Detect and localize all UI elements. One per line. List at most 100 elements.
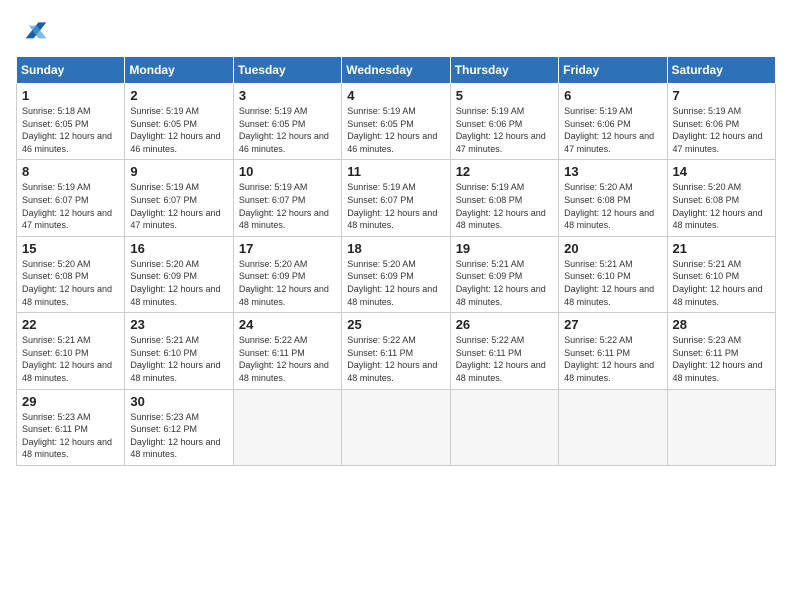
day-info: Sunrise: 5:22 AM Sunset: 6:11 PM Dayligh… bbox=[239, 334, 336, 384]
day-info: Sunrise: 5:20 AM Sunset: 6:08 PM Dayligh… bbox=[22, 258, 119, 308]
day-info: Sunrise: 5:19 AM Sunset: 6:07 PM Dayligh… bbox=[130, 181, 227, 231]
calendar-cell: 5 Sunrise: 5:19 AM Sunset: 6:06 PM Dayli… bbox=[450, 84, 558, 160]
day-header-wednesday: Wednesday bbox=[342, 57, 450, 84]
calendar-cell: 24 Sunrise: 5:22 AM Sunset: 6:11 PM Dayl… bbox=[233, 313, 341, 389]
calendar-cell: 16 Sunrise: 5:20 AM Sunset: 6:09 PM Dayl… bbox=[125, 236, 233, 312]
day-number: 26 bbox=[456, 317, 553, 332]
day-info: Sunrise: 5:21 AM Sunset: 6:09 PM Dayligh… bbox=[456, 258, 553, 308]
day-info: Sunrise: 5:19 AM Sunset: 6:06 PM Dayligh… bbox=[564, 105, 661, 155]
calendar-cell: 18 Sunrise: 5:20 AM Sunset: 6:09 PM Dayl… bbox=[342, 236, 450, 312]
calendar-header: SundayMondayTuesdayWednesdayThursdayFrid… bbox=[17, 57, 776, 84]
calendar-cell: 6 Sunrise: 5:19 AM Sunset: 6:06 PM Dayli… bbox=[559, 84, 667, 160]
day-info: Sunrise: 5:23 AM Sunset: 6:12 PM Dayligh… bbox=[130, 411, 227, 461]
day-info: Sunrise: 5:22 AM Sunset: 6:11 PM Dayligh… bbox=[347, 334, 444, 384]
calendar-cell: 22 Sunrise: 5:21 AM Sunset: 6:10 PM Dayl… bbox=[17, 313, 125, 389]
day-number: 19 bbox=[456, 241, 553, 256]
day-header-friday: Friday bbox=[559, 57, 667, 84]
day-number: 7 bbox=[673, 88, 770, 103]
day-info: Sunrise: 5:18 AM Sunset: 6:05 PM Dayligh… bbox=[22, 105, 119, 155]
day-info: Sunrise: 5:23 AM Sunset: 6:11 PM Dayligh… bbox=[673, 334, 770, 384]
page-header bbox=[16, 16, 776, 48]
day-number: 12 bbox=[456, 164, 553, 179]
logo-icon bbox=[16, 16, 48, 48]
day-number: 24 bbox=[239, 317, 336, 332]
calendar-cell bbox=[233, 389, 341, 465]
day-info: Sunrise: 5:19 AM Sunset: 6:06 PM Dayligh… bbox=[456, 105, 553, 155]
calendar-cell: 21 Sunrise: 5:21 AM Sunset: 6:10 PM Dayl… bbox=[667, 236, 775, 312]
calendar-cell: 20 Sunrise: 5:21 AM Sunset: 6:10 PM Dayl… bbox=[559, 236, 667, 312]
calendar-cell: 7 Sunrise: 5:19 AM Sunset: 6:06 PM Dayli… bbox=[667, 84, 775, 160]
day-number: 6 bbox=[564, 88, 661, 103]
day-info: Sunrise: 5:23 AM Sunset: 6:11 PM Dayligh… bbox=[22, 411, 119, 461]
day-info: Sunrise: 5:20 AM Sunset: 6:08 PM Dayligh… bbox=[673, 181, 770, 231]
calendar-cell: 4 Sunrise: 5:19 AM Sunset: 6:05 PM Dayli… bbox=[342, 84, 450, 160]
day-info: Sunrise: 5:19 AM Sunset: 6:05 PM Dayligh… bbox=[347, 105, 444, 155]
day-number: 11 bbox=[347, 164, 444, 179]
calendar-cell bbox=[559, 389, 667, 465]
day-number: 22 bbox=[22, 317, 119, 332]
day-number: 29 bbox=[22, 394, 119, 409]
day-info: Sunrise: 5:21 AM Sunset: 6:10 PM Dayligh… bbox=[673, 258, 770, 308]
day-number: 14 bbox=[673, 164, 770, 179]
day-info: Sunrise: 5:20 AM Sunset: 6:08 PM Dayligh… bbox=[564, 181, 661, 231]
day-header-tuesday: Tuesday bbox=[233, 57, 341, 84]
day-header-monday: Monday bbox=[125, 57, 233, 84]
day-number: 1 bbox=[22, 88, 119, 103]
calendar-cell: 25 Sunrise: 5:22 AM Sunset: 6:11 PM Dayl… bbox=[342, 313, 450, 389]
calendar-cell: 23 Sunrise: 5:21 AM Sunset: 6:10 PM Dayl… bbox=[125, 313, 233, 389]
day-number: 2 bbox=[130, 88, 227, 103]
day-number: 8 bbox=[22, 164, 119, 179]
day-number: 5 bbox=[456, 88, 553, 103]
day-number: 10 bbox=[239, 164, 336, 179]
calendar-cell: 12 Sunrise: 5:19 AM Sunset: 6:08 PM Dayl… bbox=[450, 160, 558, 236]
day-info: Sunrise: 5:20 AM Sunset: 6:09 PM Dayligh… bbox=[347, 258, 444, 308]
calendar-cell: 10 Sunrise: 5:19 AM Sunset: 6:07 PM Dayl… bbox=[233, 160, 341, 236]
day-header-sunday: Sunday bbox=[17, 57, 125, 84]
calendar-body: 1 Sunrise: 5:18 AM Sunset: 6:05 PM Dayli… bbox=[17, 84, 776, 466]
day-info: Sunrise: 5:19 AM Sunset: 6:07 PM Dayligh… bbox=[22, 181, 119, 231]
day-info: Sunrise: 5:21 AM Sunset: 6:10 PM Dayligh… bbox=[22, 334, 119, 384]
calendar-cell: 26 Sunrise: 5:22 AM Sunset: 6:11 PM Dayl… bbox=[450, 313, 558, 389]
day-header-thursday: Thursday bbox=[450, 57, 558, 84]
calendar-week-4: 22 Sunrise: 5:21 AM Sunset: 6:10 PM Dayl… bbox=[17, 313, 776, 389]
day-info: Sunrise: 5:20 AM Sunset: 6:09 PM Dayligh… bbox=[130, 258, 227, 308]
calendar-week-1: 1 Sunrise: 5:18 AM Sunset: 6:05 PM Dayli… bbox=[17, 84, 776, 160]
day-number: 18 bbox=[347, 241, 444, 256]
calendar-cell: 28 Sunrise: 5:23 AM Sunset: 6:11 PM Dayl… bbox=[667, 313, 775, 389]
day-number: 28 bbox=[673, 317, 770, 332]
day-number: 9 bbox=[130, 164, 227, 179]
day-info: Sunrise: 5:19 AM Sunset: 6:08 PM Dayligh… bbox=[456, 181, 553, 231]
day-info: Sunrise: 5:20 AM Sunset: 6:09 PM Dayligh… bbox=[239, 258, 336, 308]
calendar-week-3: 15 Sunrise: 5:20 AM Sunset: 6:08 PM Dayl… bbox=[17, 236, 776, 312]
calendar-cell: 1 Sunrise: 5:18 AM Sunset: 6:05 PM Dayli… bbox=[17, 84, 125, 160]
day-info: Sunrise: 5:19 AM Sunset: 6:05 PM Dayligh… bbox=[130, 105, 227, 155]
day-info: Sunrise: 5:21 AM Sunset: 6:10 PM Dayligh… bbox=[564, 258, 661, 308]
day-info: Sunrise: 5:19 AM Sunset: 6:07 PM Dayligh… bbox=[239, 181, 336, 231]
calendar-cell: 8 Sunrise: 5:19 AM Sunset: 6:07 PM Dayli… bbox=[17, 160, 125, 236]
calendar-cell: 29 Sunrise: 5:23 AM Sunset: 6:11 PM Dayl… bbox=[17, 389, 125, 465]
logo bbox=[16, 16, 52, 48]
day-info: Sunrise: 5:19 AM Sunset: 6:06 PM Dayligh… bbox=[673, 105, 770, 155]
day-number: 16 bbox=[130, 241, 227, 256]
calendar-cell bbox=[450, 389, 558, 465]
calendar-table: SundayMondayTuesdayWednesdayThursdayFrid… bbox=[16, 56, 776, 466]
calendar-cell: 11 Sunrise: 5:19 AM Sunset: 6:07 PM Dayl… bbox=[342, 160, 450, 236]
calendar-cell: 9 Sunrise: 5:19 AM Sunset: 6:07 PM Dayli… bbox=[125, 160, 233, 236]
day-number: 27 bbox=[564, 317, 661, 332]
calendar-cell bbox=[342, 389, 450, 465]
calendar-cell: 17 Sunrise: 5:20 AM Sunset: 6:09 PM Dayl… bbox=[233, 236, 341, 312]
calendar-cell: 15 Sunrise: 5:20 AM Sunset: 6:08 PM Dayl… bbox=[17, 236, 125, 312]
day-number: 23 bbox=[130, 317, 227, 332]
day-number: 30 bbox=[130, 394, 227, 409]
calendar-cell: 27 Sunrise: 5:22 AM Sunset: 6:11 PM Dayl… bbox=[559, 313, 667, 389]
calendar-week-5: 29 Sunrise: 5:23 AM Sunset: 6:11 PM Dayl… bbox=[17, 389, 776, 465]
day-info: Sunrise: 5:22 AM Sunset: 6:11 PM Dayligh… bbox=[564, 334, 661, 384]
day-number: 21 bbox=[673, 241, 770, 256]
day-info: Sunrise: 5:22 AM Sunset: 6:11 PM Dayligh… bbox=[456, 334, 553, 384]
calendar-cell: 14 Sunrise: 5:20 AM Sunset: 6:08 PM Dayl… bbox=[667, 160, 775, 236]
calendar-cell bbox=[667, 389, 775, 465]
day-number: 15 bbox=[22, 241, 119, 256]
day-number: 13 bbox=[564, 164, 661, 179]
day-number: 17 bbox=[239, 241, 336, 256]
calendar-cell: 2 Sunrise: 5:19 AM Sunset: 6:05 PM Dayli… bbox=[125, 84, 233, 160]
